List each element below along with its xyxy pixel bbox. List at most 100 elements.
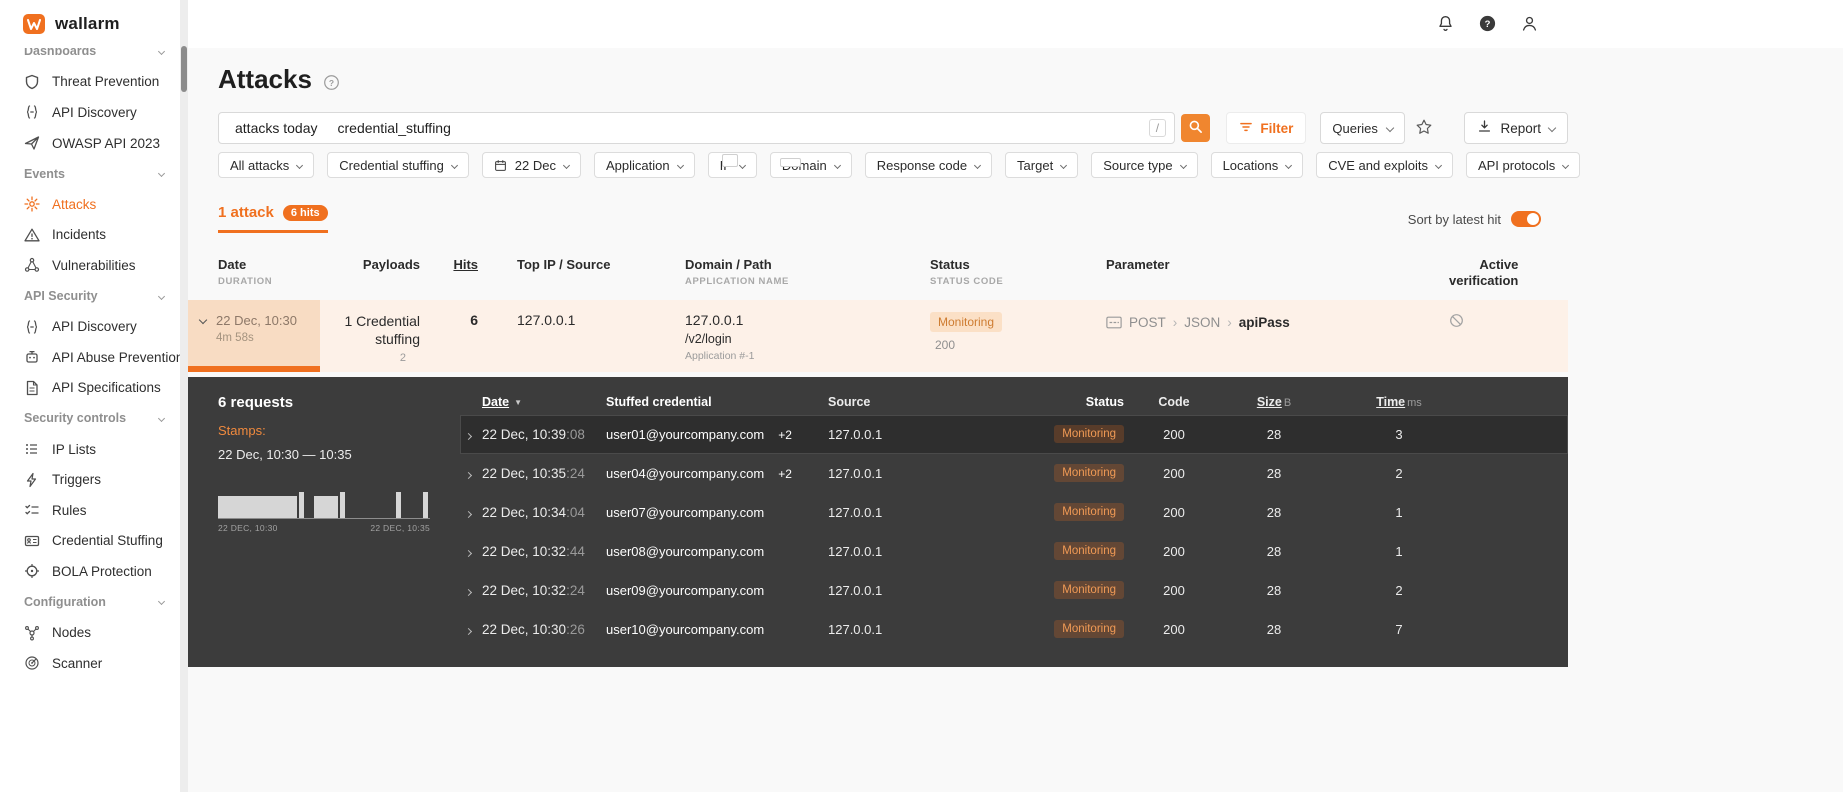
sidebar-section-events[interactable]: Events	[0, 158, 180, 189]
sidebar-section-api-security[interactable]: API Security	[0, 281, 180, 312]
sidebar-item-label: OWASP API 2023	[52, 135, 161, 151]
filter-chip-target[interactable]: Target	[1005, 152, 1079, 178]
search-token[interactable]: credential_stuffing	[338, 120, 451, 136]
request-row[interactable]: 22 Dec, 10:30:26 user10@yourcompany.com 12…	[460, 610, 1568, 649]
sidebar-item-label: API Specifications	[52, 380, 161, 396]
sidebar-item-label: IP Lists	[52, 441, 97, 457]
search-input[interactable]: attacks today credential_stuffing /	[218, 112, 1176, 144]
filter-chip-credential-stuffing[interactable]: Credential stuffing	[327, 152, 469, 178]
notifications-button[interactable]	[1436, 14, 1456, 34]
chevron-down-icon	[157, 170, 166, 178]
search-token[interactable]: attacks today	[235, 120, 318, 136]
sidebar-item-label: API Abuse Prevention	[52, 349, 180, 365]
stamps-range: 22 Dec, 10:30 — 10:35	[218, 446, 352, 462]
filter-chip-application[interactable]: Application	[594, 152, 695, 178]
scrollbar-thumb[interactable]	[181, 46, 187, 92]
filter-chip-source-type[interactable]: Source type	[1091, 152, 1198, 178]
param-name[interactable]: apiPass	[1239, 315, 1290, 330]
report-button[interactable]: Report	[1464, 112, 1569, 144]
request-row[interactable]: 22 Dec, 10:35:24 user04@yourcompany.com +2…	[460, 454, 1568, 493]
queries-dropdown[interactable]: Queries	[1320, 112, 1405, 144]
expand-attack-cell[interactable]: 22 Dec, 10:30 4m 58s	[188, 299, 320, 372]
sidebar-item-incidents[interactable]: Incidents	[0, 220, 180, 251]
time-unit: ms	[1407, 396, 1422, 409]
attack-payloads[interactable]: 1 Credential stuffing	[320, 312, 421, 350]
sort-toggle[interactable]	[1511, 211, 1541, 227]
sidebar-item-credential-stuffing[interactable]: Credential Stuffing	[0, 526, 180, 557]
filters-row: All attacks Credential stuffing 22 Dec Appl…	[218, 152, 1581, 178]
sidebar-item-label: Incidents	[52, 227, 107, 243]
sidebar-item-nodes[interactable]: Nodes	[0, 617, 180, 648]
attack-row[interactable]: 22 Dec, 10:30 4m 58s 1 Credential stuffi…	[188, 299, 1568, 372]
sidebar-item-api-discovery[interactable]: API Discovery	[0, 311, 180, 342]
filter-chip-cve-and-exploits[interactable]: CVE and exploits	[1316, 152, 1453, 178]
chevron-down-icon	[450, 161, 458, 169]
col-date: Date	[218, 257, 247, 272]
request-row[interactable]: 22 Dec, 10:32:44 user08@yourcompany.com 12…	[460, 532, 1568, 571]
doc-icon	[24, 380, 40, 396]
filter-chip-locations[interactable]: Locations	[1210, 152, 1304, 178]
sidebar-item-bola-protection[interactable]: BOLA Protection	[0, 556, 180, 587]
sidebar-item-scanner[interactable]: Scanner	[0, 648, 180, 679]
filter-chip-22-dec[interactable]: 22 Dec	[481, 152, 581, 178]
sidebar-item-rules[interactable]: Rules	[0, 495, 180, 526]
sidebar-item-ip-lists[interactable]: IP Lists	[0, 434, 180, 465]
section-label: API Security	[24, 289, 98, 304]
filter-chip-label: CVE and exploits	[1328, 157, 1428, 173]
chevron-down-icon	[1385, 123, 1395, 133]
filter-chip-all-attacks[interactable]: All attacks	[218, 152, 315, 178]
breadcrumb-separator	[1227, 315, 1232, 330]
chevron-right-icon	[464, 627, 473, 635]
sidebar-scrollbar[interactable]	[180, 0, 188, 792]
wallarm-logo[interactable]: wallarm	[0, 0, 180, 48]
sidebar-item-attacks[interactable]: Attacks	[0, 189, 180, 220]
stuffed-credential: user04@yourcompany.com	[606, 465, 765, 481]
filter-chip-label: 22 Dec	[514, 157, 556, 173]
filter-chip-api-protocols[interactable]: API protocols	[1465, 152, 1581, 178]
stamps-label[interactable]: Stamps:	[218, 423, 460, 438]
attack-detail-panel: 6 requests Stamps: 22 Dec, 10:30 — 10:35…	[188, 376, 1568, 667]
col-request-date-sort[interactable]: Date	[482, 395, 509, 409]
bell-icon	[1436, 14, 1455, 34]
ui-artifact	[780, 158, 801, 167]
sidebar-item-api-abuse-prevention[interactable]: API Abuse Prevention	[0, 342, 180, 373]
response-time: 1	[1395, 543, 1403, 559]
sidebar-item-triggers[interactable]: Triggers	[0, 464, 180, 495]
chevron-right-icon	[464, 510, 473, 518]
col-hits-sort[interactable]: Hits	[428, 257, 478, 273]
sidebar-section-configuration[interactable]: Configuration	[0, 587, 180, 618]
attack-count-tab[interactable]: 1 attack 6 hits	[218, 204, 328, 233]
sidebar-item-vulnerabilities[interactable]: Vulnerabilities	[0, 250, 180, 281]
page-help-icon[interactable]: ?	[323, 74, 340, 91]
sidebar-item-label: Triggers	[52, 472, 102, 488]
request-row[interactable]: 22 Dec, 10:32:24 user09@yourcompany.com 12…	[460, 571, 1568, 610]
queries-label: Queries	[1332, 120, 1378, 136]
sidebar-section-security-controls[interactable]: Security controls	[0, 403, 180, 434]
sidebar-item-api-discovery[interactable]: API Discovery	[0, 97, 180, 128]
shield-icon	[24, 74, 40, 90]
search-button[interactable]	[1181, 114, 1211, 142]
sidebar-item-threat-prevention[interactable]: Threat Prevention	[0, 67, 180, 98]
sidebar-item-owasp-api-2023[interactable]: OWASP API 2023	[0, 128, 180, 159]
col-size-sort[interactable]: Size	[1257, 395, 1282, 409]
col-parameter: Parameter	[1106, 257, 1170, 272]
filter-button[interactable]: Filter	[1226, 112, 1307, 144]
attack-domain[interactable]: 127.0.0.1	[685, 312, 913, 328]
request-row[interactable]: 22 Dec, 10:39:08 user01@yourcompany.com +2…	[460, 414, 1568, 454]
account-button[interactable]	[1520, 14, 1540, 34]
sidebar-item-label: Vulnerabilities	[52, 257, 136, 273]
request-row[interactable]: 22 Dec, 10:34:04 user07@yourcompany.com 12…	[460, 493, 1568, 532]
help-button[interactable]: ?	[1478, 14, 1498, 34]
chevron-down-icon	[974, 161, 982, 169]
sidebar-item-api-specifications[interactable]: API Specifications	[0, 373, 180, 404]
attack-path[interactable]: /v2/login	[685, 332, 913, 346]
star-icon	[1415, 118, 1433, 138]
attack-top-ip[interactable]: 127.0.0.1	[488, 300, 668, 372]
chevron-right-icon	[464, 432, 473, 440]
col-time-sort[interactable]: Time	[1376, 395, 1405, 409]
filter-chip-response-code[interactable]: Response code	[864, 152, 993, 178]
requests-table-header: Date ▼ Stuffed credential Source Status C…	[460, 389, 1568, 415]
stamps-chart-bars	[218, 489, 430, 519]
favorite-query-button[interactable]	[1415, 118, 1435, 138]
chevron-down-icon	[157, 598, 166, 606]
